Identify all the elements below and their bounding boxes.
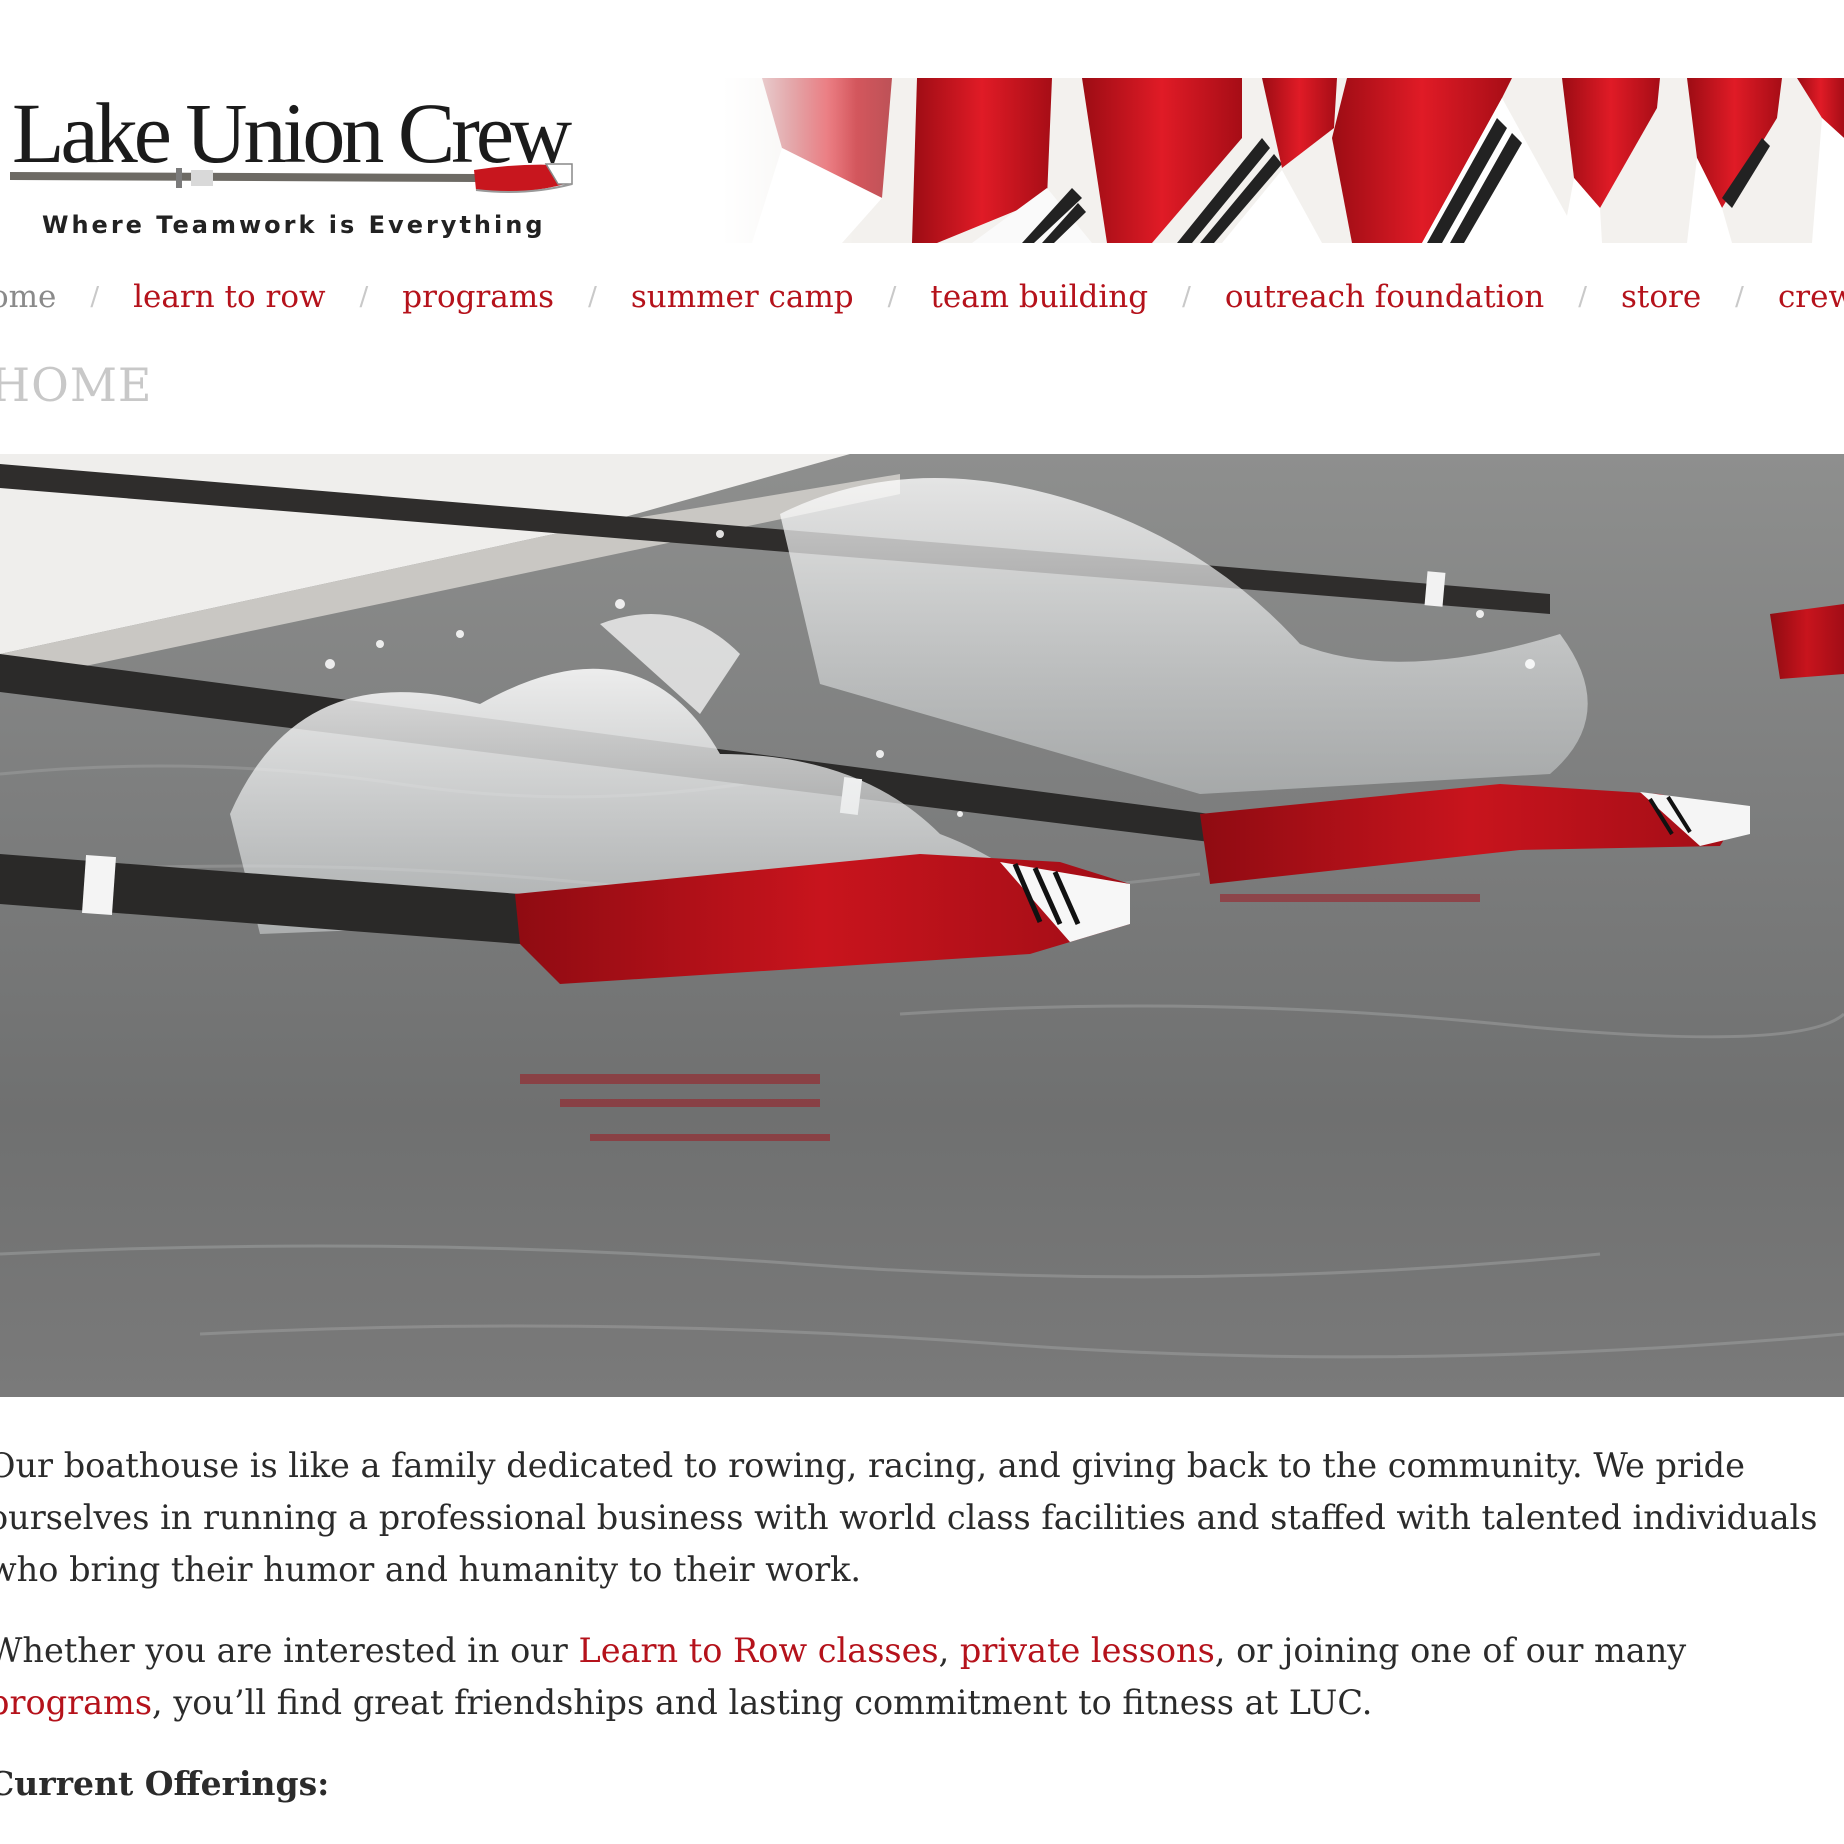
nav-separator: / (887, 282, 897, 312)
page-title: HOME (0, 358, 153, 412)
oar-logo-icon (10, 163, 573, 193)
nav-item-learn-to-row[interactable]: learn to row (133, 279, 325, 315)
p2-text-start: Whether you are interested in our (0, 1631, 579, 1670)
p2-text-sep2: , or joining one of our many (1214, 1631, 1687, 1670)
nav-item-home[interactable]: home (0, 279, 56, 315)
page: Lake Union Crew Where Teamwork is Everyt… (0, 0, 1844, 1844)
nav-item-outreach-foundation[interactable]: outreach foundation (1225, 279, 1544, 315)
p2-text-sep1: , (938, 1631, 960, 1670)
site-logo[interactable]: Lake Union Crew Where Teamwork is Everyt… (0, 78, 720, 243)
main-content: Our boathouse is like a family dedicated… (0, 1440, 1838, 1839)
oars-splash-photo-icon (0, 454, 1844, 1397)
nav-separator: / (1578, 282, 1587, 312)
site-header: Lake Union Crew Where Teamwork is Everyt… (0, 78, 1844, 243)
learn-to-row-link[interactable]: Learn to Row classes (578, 1631, 938, 1670)
intro-paragraph-2: Whether you are interested in our Learn … (0, 1625, 1838, 1729)
p2-text-end: , you’ll find great friendships and last… (152, 1683, 1373, 1722)
nav-separator: / (1735, 282, 1744, 312)
current-offerings-heading: Current Offerings: (0, 1764, 330, 1803)
header-banner-image (722, 78, 1844, 243)
programs-link[interactable]: programs (0, 1683, 152, 1722)
nav-separator: / (588, 282, 597, 312)
nav-item-crew-cam[interactable]: crew cam (1778, 279, 1844, 315)
nav-item-programs[interactable]: programs (402, 279, 554, 315)
main-nav: home / learn to row / programs / summer … (0, 272, 1844, 322)
intro-paragraph-1: Our boathouse is like a family dedicated… (0, 1446, 1818, 1589)
nav-separator: / (90, 282, 100, 312)
nav-item-summer-camp[interactable]: summer camp (631, 279, 854, 315)
nav-separator: / (359, 282, 369, 312)
private-lessons-link[interactable]: private lessons (960, 1631, 1215, 1670)
logo-tagline: Where Teamwork is Everything (42, 211, 546, 239)
nav-separator: / (1182, 282, 1191, 312)
oar-blades-icon (722, 78, 1844, 243)
nav-item-store[interactable]: store (1621, 279, 1701, 315)
nav-item-team-building[interactable]: team building (930, 279, 1148, 315)
hero-image (0, 454, 1844, 1397)
